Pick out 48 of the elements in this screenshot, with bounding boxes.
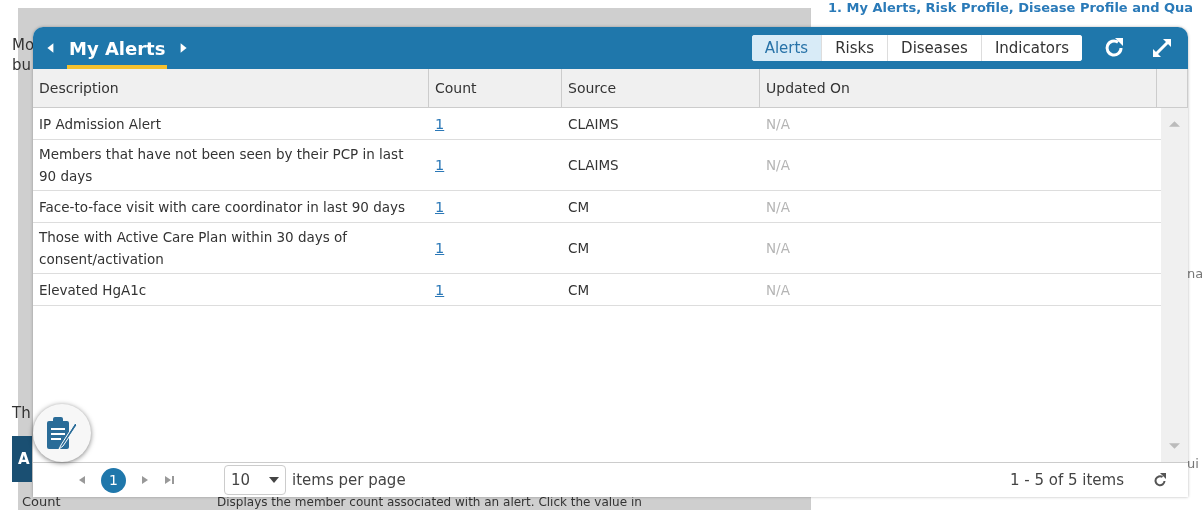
- column-header[interactable]: Source: [562, 69, 760, 108]
- description-cell-text: Those with Active Care Plan within 30 days of consent/activation: [38, 228, 349, 269]
- dropdown-icon: [269, 476, 279, 484]
- header-filler: [1157, 69, 1188, 108]
- background-text: Mo: [12, 36, 35, 54]
- count-link[interactable]: 1: [435, 240, 445, 256]
- description-cell-text: Members that have not been seen by their PCP in last 90 days: [38, 145, 405, 186]
- tab[interactable]: Alerts: [751, 35, 822, 61]
- count-link[interactable]: 1: [435, 281, 445, 298]
- source-cell-text: CLAIMS: [567, 156, 620, 175]
- page-number[interactable]: 1: [101, 467, 126, 493]
- expand-icon[interactable]: [1150, 36, 1174, 60]
- date-cell-text: N/A: [765, 239, 791, 258]
- page-size-label: items per page: [292, 471, 406, 489]
- count-link[interactable]: 1: [435, 198, 445, 215]
- background-text: bu: [12, 56, 32, 74]
- description-text: Displays the member count associated with an alert. Click the value in: [217, 495, 642, 509]
- background-text: ui: [1187, 456, 1199, 471]
- source-cell-text: CM: [567, 197, 591, 217]
- tab[interactable]: Indicators: [980, 35, 1082, 61]
- description-cell-text: IP Admission Alert: [38, 114, 162, 134]
- side-tab[interactable]: A: [12, 436, 32, 482]
- column-header[interactable]: Description: [33, 69, 429, 108]
- date-cell-text: N/A: [765, 197, 791, 217]
- next-page-icon[interactable]: [140, 475, 150, 485]
- source-cell-text: CM: [567, 239, 591, 258]
- source-cell-text: CM: [567, 280, 591, 300]
- description-cell-text: Elevated HgA1c: [38, 280, 148, 300]
- column-label: Count: [22, 494, 61, 509]
- previous-page-icon[interactable]: [77, 475, 87, 485]
- date-cell-text: N/A: [765, 280, 791, 300]
- date-cell-text: N/A: [765, 114, 791, 134]
- last-page-icon[interactable]: [164, 475, 174, 485]
- background-text: Th: [12, 404, 31, 422]
- help-link[interactable]: 1. My Alerts, Risk Profile, Disease Profile and Qua: [828, 0, 1194, 15]
- page-size-select[interactable]: 10: [224, 465, 286, 495]
- clipboard-icon: [45, 415, 79, 451]
- date-cell-text: N/A: [765, 156, 791, 175]
- background-text: na: [1187, 266, 1202, 281]
- description-cell-text: Face-to-face visit with care coordinator in last 90 days: [38, 197, 407, 217]
- source-cell-text: CLAIMS: [567, 114, 620, 134]
- count-link[interactable]: 1: [435, 157, 445, 173]
- column-header[interactable]: Count: [429, 69, 562, 108]
- count-link[interactable]: 1: [435, 115, 445, 132]
- items-summary: 1 - 5 of 5 items: [1009, 471, 1124, 489]
- reload-icon[interactable]: [1152, 472, 1168, 488]
- refresh-icon[interactable]: [1102, 36, 1126, 60]
- column-header[interactable]: Updated On: [760, 69, 1157, 108]
